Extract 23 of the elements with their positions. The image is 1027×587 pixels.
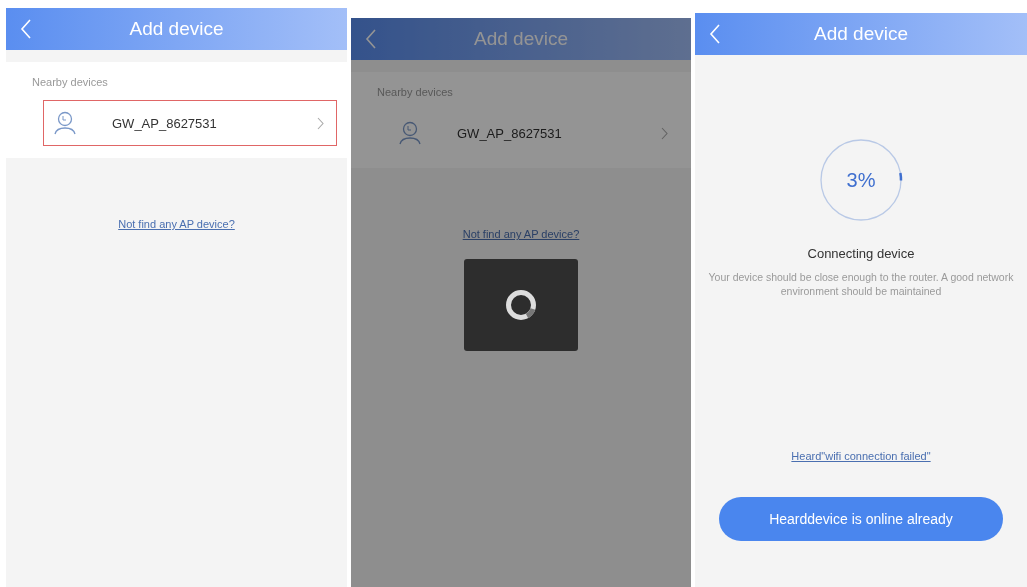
device-name: GW_AP_8627531 <box>457 125 563 141</box>
back-button[interactable] <box>365 29 377 49</box>
header-title: Add device <box>474 28 568 50</box>
device-name: GW_AP_8627531 <box>112 115 218 131</box>
chevron-right-icon <box>661 126 668 140</box>
person-icon <box>399 121 421 145</box>
progress-percent: 3% <box>846 169 876 191</box>
help-link[interactable]: Heard"wifi connection failed" <box>791 450 931 462</box>
device-list-item[interactable]: GW_AP_8627531 <box>43 100 337 146</box>
spinner-icon <box>505 289 537 321</box>
person-icon <box>54 111 76 135</box>
online-button[interactable]: Hearddevice is online already <box>719 497 1003 541</box>
status-title: Connecting device <box>807 246 915 261</box>
section-label: Nearby devices <box>32 76 109 88</box>
section-label: Nearby devices <box>377 86 454 98</box>
help-link[interactable]: Not find any AP device? <box>462 228 580 240</box>
back-button[interactable] <box>20 19 32 39</box>
help-link[interactable]: Not find any AP device? <box>118 218 235 230</box>
header-title: Add device <box>814 23 908 45</box>
back-button[interactable] <box>709 24 721 44</box>
hint-text: Your device should be close enough to the router. A good network environment should be maintained <box>707 270 1015 298</box>
header-title: Add device <box>129 18 224 40</box>
chevron-right-icon <box>317 116 324 130</box>
